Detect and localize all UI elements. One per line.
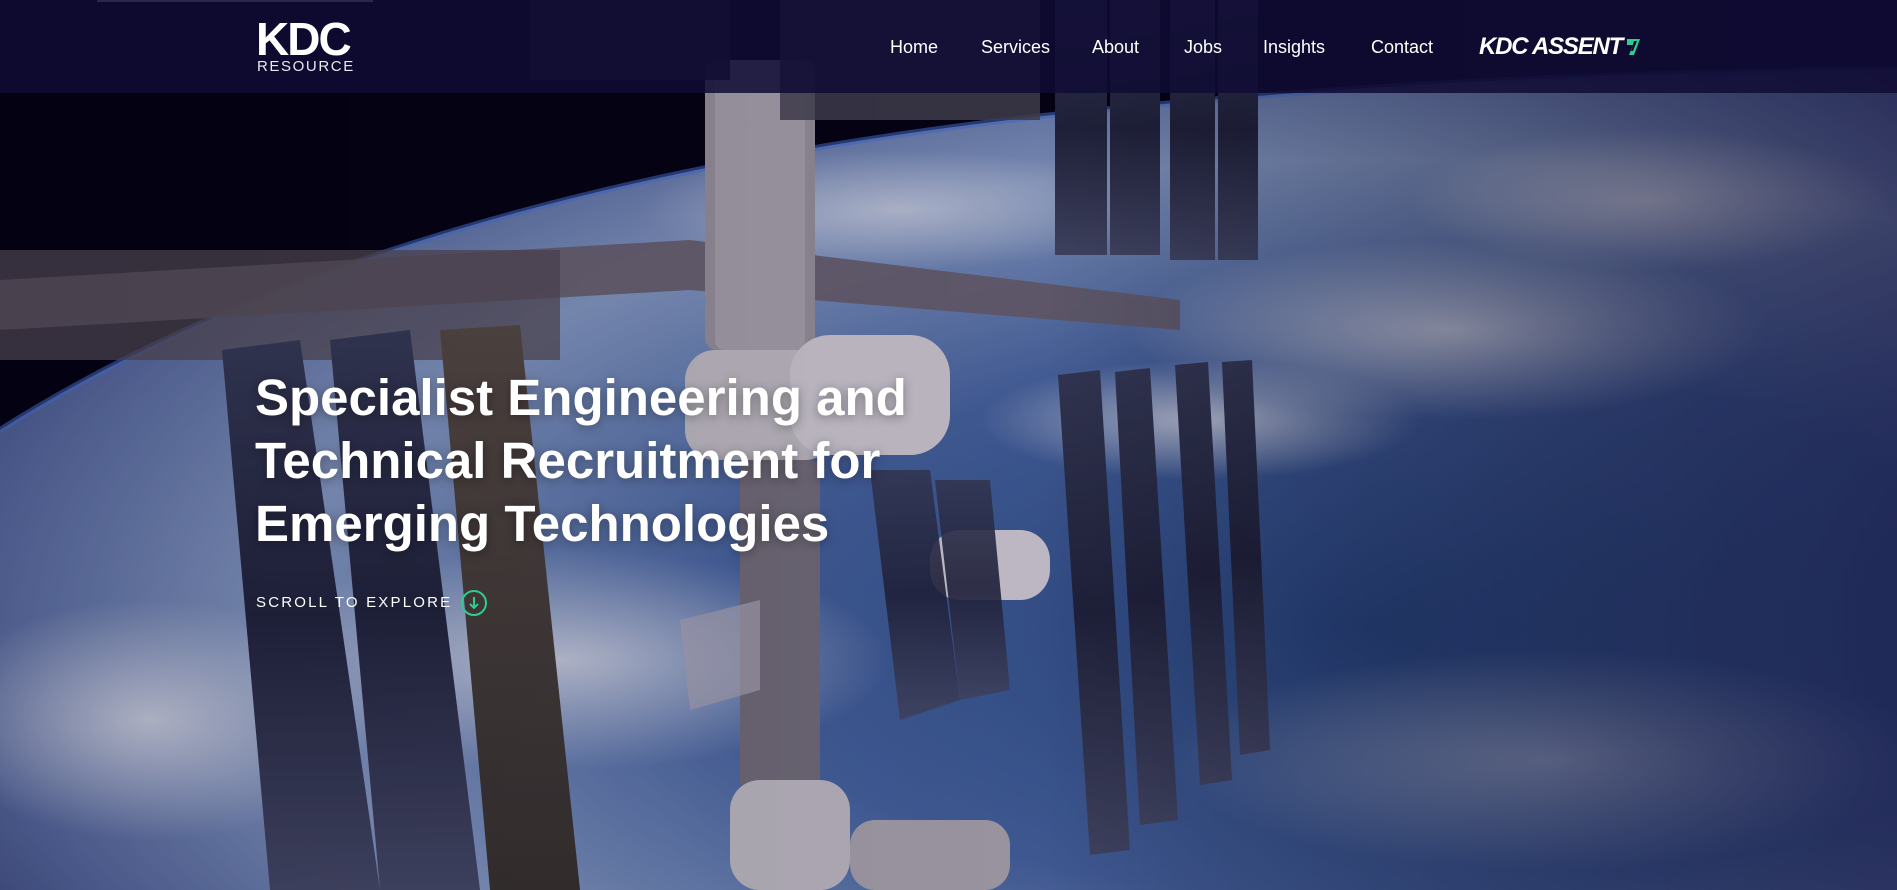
nav-services[interactable]: Services xyxy=(981,36,1050,58)
nav-about[interactable]: About xyxy=(1092,36,1139,58)
assent-mark-icon xyxy=(1627,39,1641,55)
scroll-down-circle-icon xyxy=(461,590,488,616)
hero-section: KDC RESOURCE Home Services About Jobs In… xyxy=(0,0,1897,890)
logo-subtitle: RESOURCE xyxy=(257,58,355,75)
nav-home[interactable]: Home xyxy=(890,36,938,58)
nav-jobs[interactable]: Jobs xyxy=(1184,36,1222,58)
logo-wordmark: KDC xyxy=(256,13,352,65)
headline-line-3: Emerging Technologies xyxy=(255,495,830,552)
hero-headline: Specialist Engineering and Technical Rec… xyxy=(255,366,1015,555)
kdc-resource-logo[interactable]: KDC RESOURCE xyxy=(256,16,362,76)
kdc-assent-label: KDC ASSENT xyxy=(1479,33,1623,60)
scroll-to-explore[interactable]: SCROLL TO EXPLORE xyxy=(256,588,488,618)
scroll-label: SCROLL TO EXPLORE xyxy=(256,594,453,611)
nav-insights[interactable]: Insights xyxy=(1263,36,1325,58)
headline-line-1: Specialist Engineering and xyxy=(255,369,907,426)
top-navigation-bar: KDC RESOURCE Home Services About Jobs In… xyxy=(0,0,1897,93)
kdc-assent-link[interactable]: KDC ASSENT xyxy=(1479,34,1641,60)
headline-line-2: Technical Recruitment for xyxy=(255,432,881,489)
nav-contact[interactable]: Contact xyxy=(1371,36,1433,58)
